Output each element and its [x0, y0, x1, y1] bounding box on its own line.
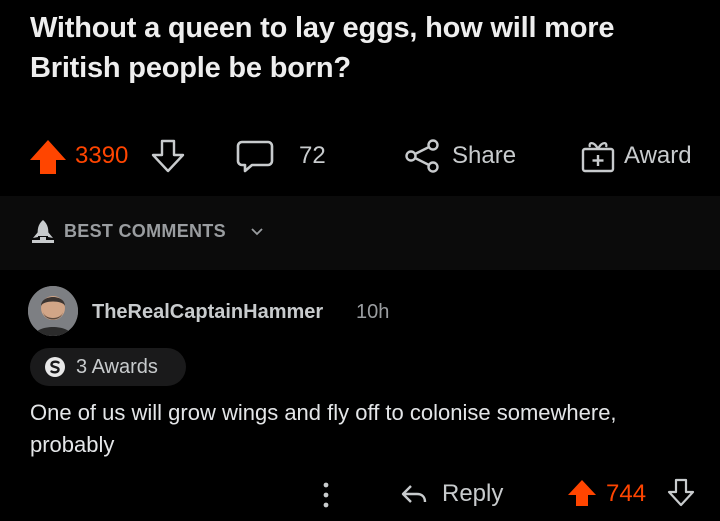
- award-label[interactable]: Award: [624, 142, 692, 170]
- comment-body: One of us will grow wings and fly off to…: [30, 400, 617, 457]
- comment-username[interactable]: TheRealCaptainHammer: [92, 301, 323, 324]
- awards-label: 3 Awards: [76, 355, 158, 378]
- award-gift-icon[interactable]: [580, 139, 616, 173]
- comment-bubble-icon[interactable]: [236, 139, 274, 173]
- comment-count[interactable]: 72: [299, 142, 326, 170]
- downvote-arrow-down-icon[interactable]: [150, 138, 186, 174]
- comment: TheRealCaptainHammer 10h 3 Awards One of…: [0, 270, 720, 521]
- comment-sort-bar[interactable]: BEST COMMENTS: [0, 196, 720, 270]
- rocket-icon: [30, 218, 56, 249]
- reply-label[interactable]: Reply: [442, 480, 503, 508]
- post-action-bar: 3390 72 Share Award: [0, 130, 720, 182]
- upvote-arrow-up-icon[interactable]: [28, 138, 68, 176]
- post-score: 3390: [75, 142, 129, 169]
- comment-score: 744: [606, 480, 647, 507]
- chevron-down-icon[interactable]: [250, 224, 264, 242]
- vertical-dots-icon[interactable]: [322, 481, 330, 514]
- sort-label[interactable]: BEST COMMENTS: [64, 221, 226, 242]
- post-page: Without a queen to lay eggs, how will mo…: [0, 0, 720, 521]
- reply-arrow-icon[interactable]: [400, 480, 428, 513]
- awards-badge[interactable]: 3 Awards: [30, 348, 186, 386]
- comment-timestamp: 10h: [356, 301, 390, 323]
- share-label[interactable]: Share: [452, 142, 516, 170]
- avatar[interactable]: [28, 286, 78, 336]
- award-coin-icon: [45, 357, 65, 377]
- comment-downvote-arrow-down-icon[interactable]: [666, 478, 696, 513]
- comment-upvote-arrow-up-icon[interactable]: [566, 478, 598, 513]
- post-title: Without a queen to lay eggs, how will mo…: [30, 12, 615, 84]
- share-icon[interactable]: [404, 139, 440, 173]
